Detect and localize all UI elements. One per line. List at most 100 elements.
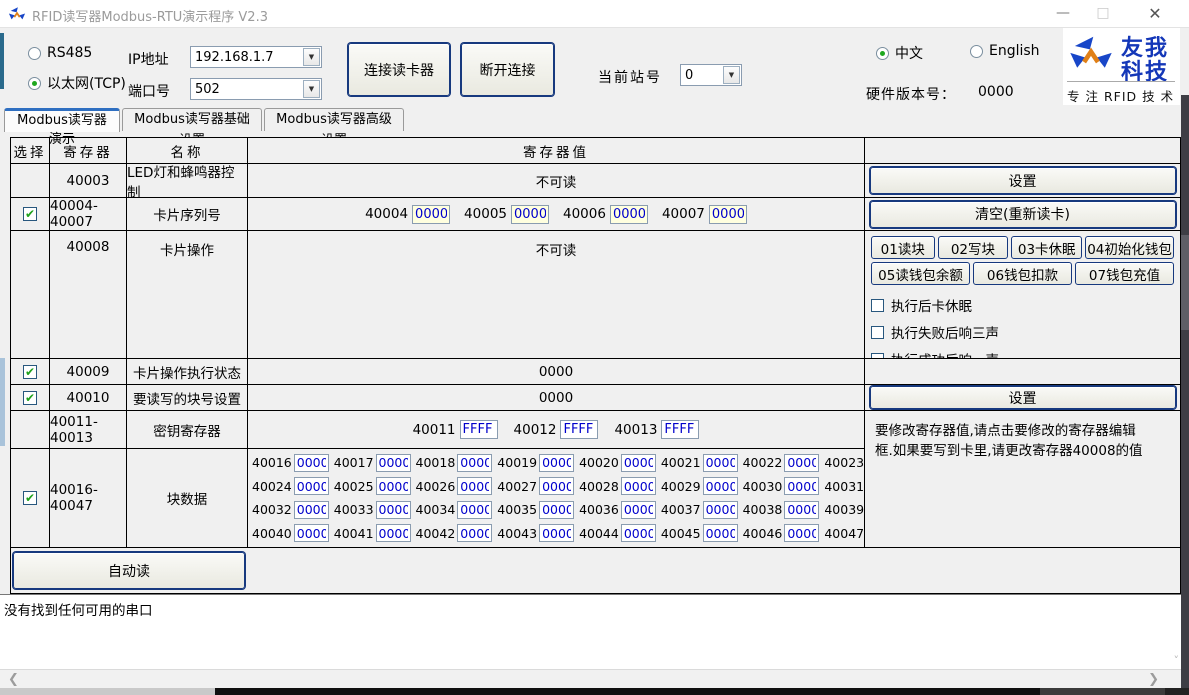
chevron-down-icon[interactable]: ▼ (303, 48, 320, 66)
checkbox-40004-checked[interactable]: ✔ (23, 207, 37, 221)
value-40009: 0000 (248, 359, 865, 385)
block-label: 40038 (743, 502, 783, 517)
block-input-40028[interactable] (621, 477, 656, 495)
table-footer-row: 自动读 (11, 548, 1180, 593)
block-input-40030[interactable] (784, 477, 819, 495)
radio-ethernet-tcp[interactable]: 以太网(TCP) (28, 73, 126, 93)
block-input-40045[interactable] (703, 524, 738, 542)
op-button-init-wallet[interactable]: 04初始化钱包 (1085, 236, 1174, 259)
chevron-down-icon[interactable]: ▼ (303, 80, 320, 98)
block-label: 40027 (497, 479, 537, 494)
block-input-40038[interactable] (784, 501, 819, 519)
radio-rs485[interactable]: RS485 (28, 45, 92, 61)
minimize-icon[interactable]: — (1046, 0, 1080, 27)
block-input-40026[interactable] (457, 477, 492, 495)
block-input-40017[interactable] (376, 454, 411, 472)
scroll-right-icon[interactable]: ❯ (1148, 671, 1159, 688)
station-value: 0 (681, 68, 723, 83)
horizontal-scrollbar[interactable]: ❮ ❯ (0, 669, 1181, 688)
log-output[interactable]: 没有找到任何可用的串口 ˅ (0, 594, 1181, 669)
radio-lang-chinese[interactable]: 中文 (876, 43, 923, 63)
reg-input-40006[interactable] (610, 205, 648, 224)
op-button-read-block[interactable]: 01读块 (871, 236, 935, 259)
checkbox-beep-three-on-fail[interactable]: 执行失败后响三声 (871, 322, 1174, 342)
block-input-40024[interactable] (294, 477, 329, 495)
block-label: 40030 (743, 479, 783, 494)
close-icon[interactable]: ✕ (1132, 0, 1178, 27)
action-cell-40004: 清空(重新读卡) (865, 198, 1180, 231)
checkbox-beep-one-on-success[interactable]: 执行成功后响一声 (871, 349, 1174, 359)
block-input-40018[interactable] (457, 454, 492, 472)
checkbox-box (871, 299, 884, 312)
block-input-40020[interactable] (621, 454, 656, 472)
auto-read-button[interactable]: 自动读 (13, 552, 245, 589)
header-name: 名称 (127, 138, 248, 164)
help-line-2: 框.如果要写到卡里,请更改寄存器40008的值 (875, 441, 1143, 461)
block-input-40034[interactable] (457, 501, 492, 519)
op-button-wallet-recharge[interactable]: 07钱包充值 (1075, 262, 1174, 285)
tab-modbus-advanced-settings[interactable]: Modbus读写器高级设置 (264, 108, 404, 131)
radio-lang-english[interactable]: English (970, 43, 1040, 59)
checkbox-label: 执行失败后响三声 (891, 322, 999, 342)
block-input-40044[interactable] (621, 524, 656, 542)
name-40004: 卡片序列号 (127, 198, 248, 231)
block-input-40046[interactable] (784, 524, 819, 542)
block-input-40043[interactable] (539, 524, 574, 542)
connect-reader-button[interactable]: 连接读卡器 (348, 43, 450, 96)
block-label: 40031 (824, 479, 864, 494)
key-input-40011[interactable] (460, 420, 498, 439)
set-button-40010[interactable]: 设置 (870, 386, 1176, 409)
clear-reread-card-button[interactable]: 清空(重新读卡) (870, 201, 1176, 228)
op-button-read-wallet-balance[interactable]: 05读钱包余额 (871, 262, 970, 285)
maximize-icon[interactable]: □ (1086, 0, 1120, 27)
set-button-40003[interactable]: 设置 (870, 167, 1176, 194)
checkbox-40016-checked[interactable]: ✔ (23, 491, 37, 505)
op-button-wallet-debit[interactable]: 06钱包扣款 (973, 262, 1072, 285)
register-edit-help-text: 要修改寄存器值,请点击要修改的寄存器编辑 框.如果要写到卡里,请更改寄存器400… (865, 411, 1180, 548)
ip-address-combo[interactable]: 192.168.1.7 ▼ (190, 46, 322, 68)
block-input-40033[interactable] (376, 501, 411, 519)
radio-english-label: English (989, 43, 1040, 59)
scroll-left-icon[interactable]: ❮ (8, 671, 19, 688)
block-input-40036[interactable] (621, 501, 656, 519)
chevron-down-icon[interactable]: ▼ (723, 66, 740, 84)
block-input-40037[interactable] (703, 501, 738, 519)
checkbox-label: 执行成功后响一声 (891, 349, 999, 359)
background-window-edge (0, 358, 5, 446)
block-input-40025[interactable] (376, 477, 411, 495)
block-input-40022[interactable] (784, 454, 819, 472)
reg-input-40005[interactable] (511, 205, 549, 224)
checkbox-sleep-after-exec[interactable]: 执行后卡休眠 (871, 295, 1174, 315)
block-input-40016[interactable] (294, 454, 329, 472)
tab-modbus-basic-settings[interactable]: Modbus读写器基础设置 (122, 108, 262, 131)
block-input-40019[interactable] (539, 454, 574, 472)
block-input-40042[interactable] (457, 524, 492, 542)
op-button-card-sleep[interactable]: 03卡休眠 (1011, 236, 1082, 259)
checkbox-40009-checked[interactable]: ✔ (23, 365, 37, 379)
block-input-40041[interactable] (376, 524, 411, 542)
block-input-40027[interactable] (539, 477, 574, 495)
block-input-40040[interactable] (294, 524, 329, 542)
tab-modbus-demo[interactable]: Modbus读写器演示 (4, 108, 120, 132)
op-button-write-block[interactable]: 02写块 (938, 236, 1009, 259)
value-40004: 40004 40005 40006 40007 (248, 198, 865, 231)
disconnect-button[interactable]: 断开连接 (461, 43, 554, 96)
block-input-40029[interactable] (703, 477, 738, 495)
block-input-40021[interactable] (703, 454, 738, 472)
reg-input-40007[interactable] (709, 205, 747, 224)
log-scroll-down-icon[interactable]: ˅ (1174, 654, 1180, 667)
block-label: 40024 (252, 479, 292, 494)
block-input-40035[interactable] (539, 501, 574, 519)
block-label: 40020 (579, 455, 619, 470)
reg-input-40004[interactable] (412, 205, 450, 224)
port-combo[interactable]: 502 ▼ (190, 78, 322, 100)
name-40016: 块数据 (127, 449, 248, 548)
key-input-40012[interactable] (560, 420, 598, 439)
station-combo[interactable]: 0 ▼ (680, 64, 742, 86)
block-input-40032[interactable] (294, 501, 329, 519)
block-label: 40026 (416, 479, 456, 494)
reg-label-40013: 40013 (614, 422, 657, 438)
checkbox-40010-checked[interactable]: ✔ (23, 391, 37, 405)
key-input-40013[interactable] (661, 420, 699, 439)
background-window-edge (0, 33, 4, 89)
